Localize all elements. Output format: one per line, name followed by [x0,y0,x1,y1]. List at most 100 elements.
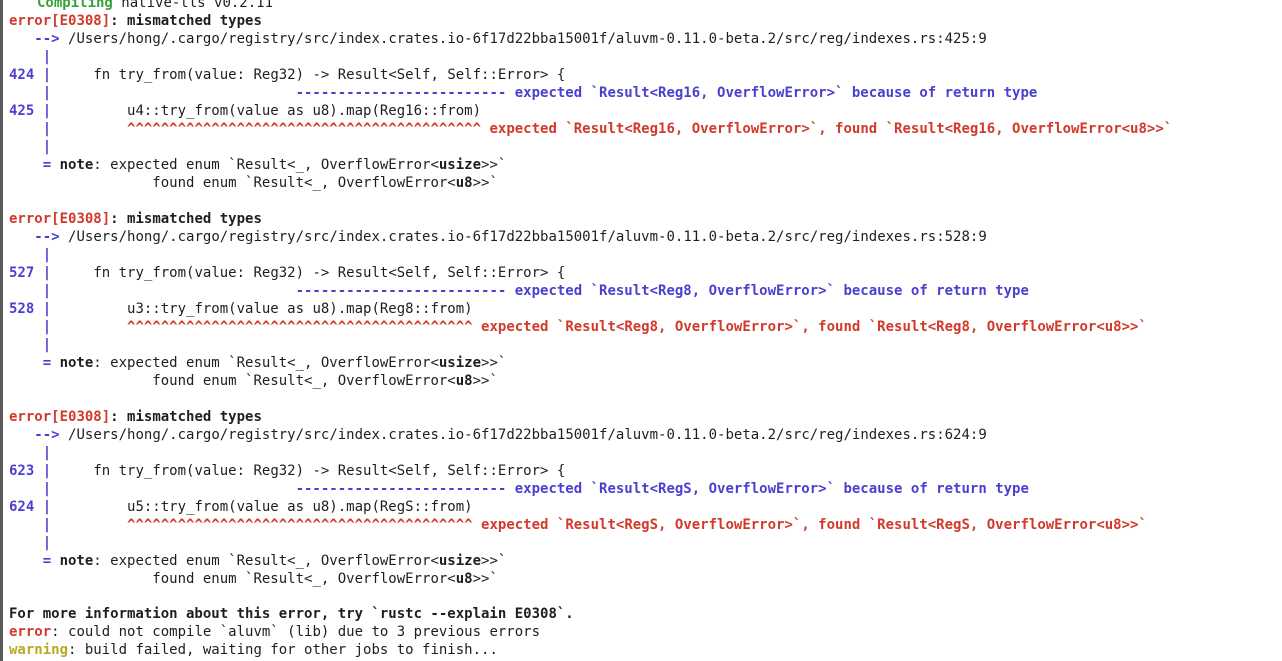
underline: ------------------------- [295,481,507,497]
note-expected-line: = note: expected enum `Result<_, Overflo… [9,355,507,371]
gutter-pipe: | [9,247,52,263]
compiling-line: Compiling native-tls v0.2.11 [9,0,273,12]
source-code: fn try_from(value: Reg32) -> Result<Self… [93,265,566,281]
line-number: 528 [9,301,35,317]
error-location-line: --> /Users/hong/.cargo/registry/src/inde… [9,30,987,48]
source-code: fn try_from(value: Reg32) -> Result<Self… [93,463,566,479]
note-text: found enum `Result<_, OverflowError< [152,571,456,587]
compile-error-line: error: could not compile `aluvm` (lib) d… [9,623,540,641]
caret-underline: ^^^^^^^^^^^^^^^^^^^^^^^^^^^^^^^^^^^^^^^^… [127,121,482,137]
line-number: 623 [9,463,35,479]
gutter-pipe: | [9,535,52,551]
error-label: error [9,624,52,640]
note-label: note [59,355,94,371]
source-code: u5::try_from(value as u8).map(RegS::from… [127,499,473,515]
line-number: 425 [9,103,35,119]
error-location-line: --> /Users/hong/.cargo/registry/src/inde… [9,228,987,246]
note-expected-line: = note: expected enum `Result<_, Overflo… [9,553,507,569]
source-line: 623 | fn try_from(value: Reg32) -> Resul… [9,463,566,479]
error-header: error[E0308]: mismatched types [9,12,262,30]
error-code: [E0308] [51,13,111,29]
label-line: | ^^^^^^^^^^^^^^^^^^^^^^^^^^^^^^^^^^^^^^… [9,517,1147,533]
warning-label: warning [9,642,69,658]
gutter-pipe: | [9,139,52,155]
error-code: [E0308] [51,211,111,227]
note-type: usize [438,157,482,173]
note-found-line: found enum `Result<_, OverflowError<u8>>… [9,174,498,192]
error-location: /Users/hong/.cargo/registry/src/index.cr… [68,31,987,47]
note-type: usize [438,355,482,371]
line-number: 424 [9,67,35,83]
source-line: 624 | u5::try_from(value as u8).map(RegS… [9,499,473,515]
label-line: | ^^^^^^^^^^^^^^^^^^^^^^^^^^^^^^^^^^^^^^… [9,121,1173,137]
arrow-icon: --> [34,427,60,443]
label-line: | ------------------------- expected `Re… [9,481,1029,497]
error-location-line: --> /Users/hong/.cargo/registry/src/inde… [9,426,987,444]
line-number: 624 [9,499,35,515]
note-text: >>` [472,373,498,389]
gutter-pipe: | [9,337,52,353]
caret-underline: ^^^^^^^^^^^^^^^^^^^^^^^^^^^^^^^^^^^^^^^^… [127,517,473,533]
note-text: >>` [481,355,507,371]
note-type: usize [438,553,482,569]
compiling-label: Compiling [37,0,113,11]
source-code: fn try_from(value: Reg32) -> Result<Self… [93,67,566,83]
error-prefix: error [9,13,52,29]
terminal-output: Compiling native-tls v0.2.11 error[E0308… [0,0,1282,661]
label-line: | ------------------------- expected `Re… [9,283,1029,299]
error-header: error[E0308]: mismatched types [9,210,262,228]
source-code: u3::try_from(value as u8).map(Reg8::from… [127,301,473,317]
note-text: >>` [472,571,498,587]
note-text: found enum `Result<_, OverflowError< [152,175,456,191]
source-code: u4::try_from(value as u8).map(Reg16::fro… [127,103,482,119]
primary-label: expected `Result<Reg16, OverflowError>`,… [489,121,1173,137]
error-prefix: error [9,409,52,425]
primary-label: expected `Result<RegS, OverflowError>`, … [481,517,1147,533]
note-text: : expected enum `Result<_, OverflowError… [93,157,439,173]
error-message: : mismatched types [110,13,262,29]
label-line: | ^^^^^^^^^^^^^^^^^^^^^^^^^^^^^^^^^^^^^^… [9,319,1147,335]
gutter-pipe: | [9,445,52,461]
error-header: error[E0308]: mismatched types [9,408,262,426]
source-line: 528 | u3::try_from(value as u8).map(Reg8… [9,301,473,317]
source-line: 425 | u4::try_from(value as u8).map(Reg1… [9,103,482,119]
secondary-label: expected `Result<Reg16, OverflowError>` … [514,85,1038,101]
note-found-line: found enum `Result<_, OverflowError<u8>>… [9,570,498,588]
note-label: note [59,157,94,173]
source-line: 527 | fn try_from(value: Reg32) -> Resul… [9,265,566,281]
error-code: [E0308] [51,409,111,425]
line-number: 527 [9,265,35,281]
secondary-label: expected `Result<RegS, OverflowError>` b… [514,481,1029,497]
error-text: : could not compile `aluvm` (lib) due to… [51,624,541,640]
error-message: : mismatched types [110,409,262,425]
gutter-pipe: | [9,49,52,65]
note-type: u8 [455,373,473,389]
error-location: /Users/hong/.cargo/registry/src/index.cr… [68,229,987,245]
compiling-crate: native-tls v0.2.11 [121,0,274,11]
note-text: >>` [472,175,498,191]
source-line: 424 | fn try_from(value: Reg32) -> Resul… [9,67,566,83]
warning-text: : build failed, waiting for other jobs t… [68,642,498,658]
note-found-line: found enum `Result<_, OverflowError<u8>>… [9,372,498,390]
underline: ------------------------- [295,85,507,101]
error-prefix: error [9,211,52,227]
note-text: found enum `Result<_, OverflowError< [152,373,456,389]
secondary-label: expected `Result<Reg8, OverflowError>` b… [514,283,1029,299]
note-text: : expected enum `Result<_, OverflowError… [93,355,439,371]
note-expected-line: = note: expected enum `Result<_, Overflo… [9,157,507,173]
more-info-line: For more information about this error, t… [9,606,574,622]
error-location: /Users/hong/.cargo/registry/src/index.cr… [68,427,987,443]
arrow-icon: --> [34,229,60,245]
note-text: >>` [481,553,507,569]
warning-line: warning: build failed, waiting for other… [9,641,498,659]
caret-underline: ^^^^^^^^^^^^^^^^^^^^^^^^^^^^^^^^^^^^^^^^… [127,319,473,335]
note-type: u8 [455,571,473,587]
note-text: >>` [481,157,507,173]
error-message: : mismatched types [110,211,262,227]
note-type: u8 [455,175,473,191]
underline: ------------------------- [295,283,507,299]
arrow-icon: --> [34,31,60,47]
label-line: | ------------------------- expected `Re… [9,85,1038,101]
primary-label: expected `Result<Reg8, OverflowError>`, … [481,319,1147,335]
note-text: : expected enum `Result<_, OverflowError… [93,553,439,569]
